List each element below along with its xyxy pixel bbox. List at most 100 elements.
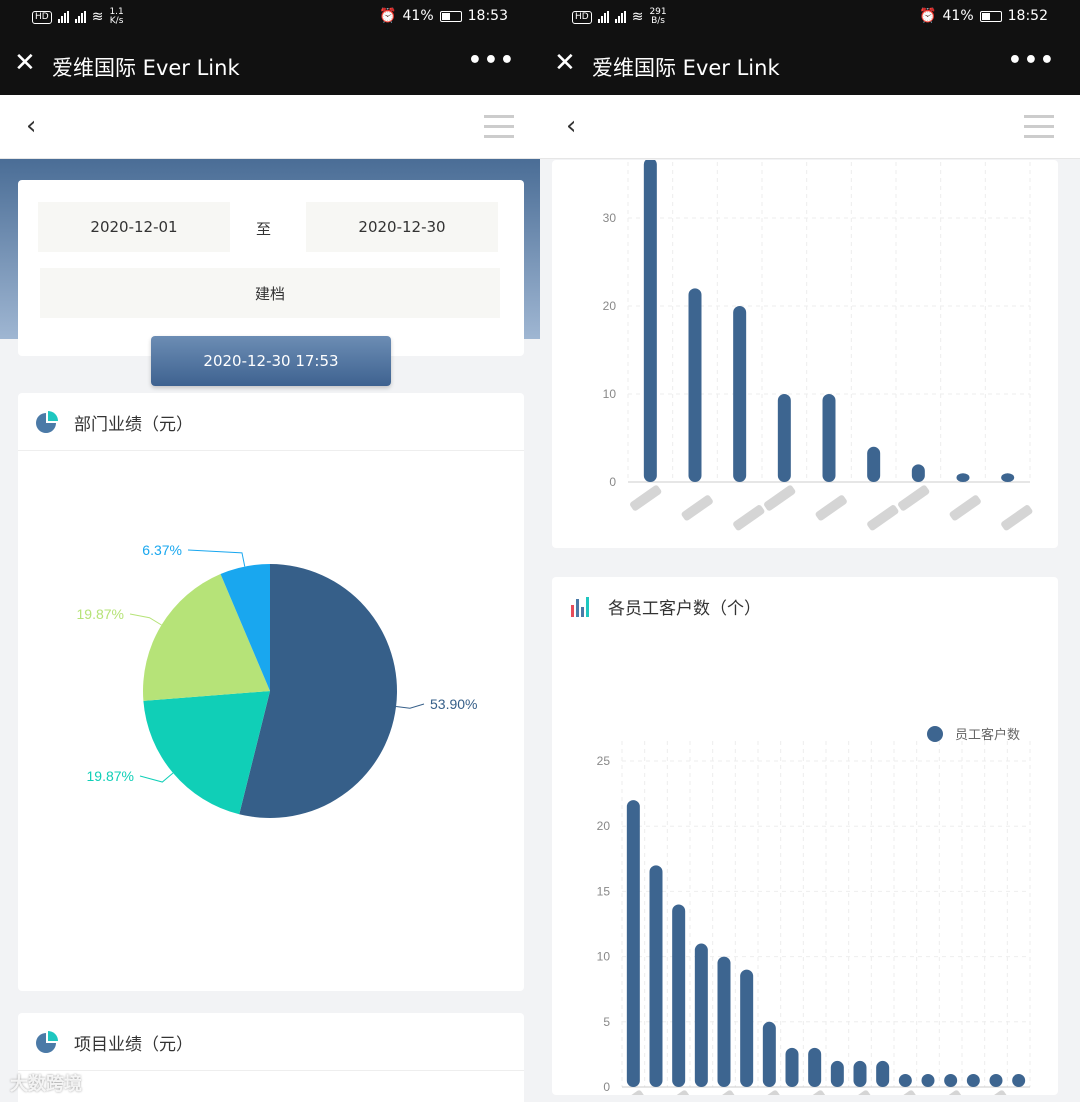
app-titlebar: ✕ 爱维国际 Ever Link ••• xyxy=(0,34,540,95)
battery-percent: 41% xyxy=(942,8,974,24)
date-to-field[interactable]: 2020-12-30 xyxy=(306,202,498,252)
legend-label: 员工客户数 xyxy=(955,727,1020,743)
alarm-icon: ⏰ xyxy=(919,8,937,24)
status-bar: HD ≋ 1.1 K/s ⏰ 41% 18:53 xyxy=(0,0,540,34)
card-title: 各员工客户数（个） xyxy=(608,599,761,619)
project-performance-card: 项目业绩（元） xyxy=(18,1013,524,1102)
blurred-x-label xyxy=(703,1090,735,1102)
wifi-icon: ≋ xyxy=(91,9,104,25)
blurred-x-label xyxy=(681,495,713,521)
blurred-x-label xyxy=(658,1090,690,1102)
bar xyxy=(1001,473,1015,482)
card-title: 项目业绩（元） xyxy=(74,1035,193,1055)
employee-clients-card: 各员工客户数（个） 0 5 10 15 20 25 员工客户数 xyxy=(552,577,1058,1102)
dept-performance-card: 部门业绩（元） 53.90% 19.87% 19.87% 6.37% xyxy=(18,393,524,991)
bar xyxy=(876,1060,890,1087)
bar xyxy=(688,288,702,482)
menu-icon[interactable] xyxy=(484,115,514,139)
date-range-separator: 至 xyxy=(256,220,272,238)
y-tick-label: 20 xyxy=(603,299,617,313)
bar xyxy=(944,1073,958,1087)
blurred-x-label xyxy=(885,1090,917,1102)
bar xyxy=(626,800,640,1087)
pie-label: 53.90% xyxy=(430,696,477,712)
bar xyxy=(911,464,925,482)
blurred-x-label xyxy=(898,485,930,511)
y-tick-label: 0 xyxy=(603,1080,610,1094)
y-tick-label: 5 xyxy=(603,1015,610,1029)
app-title: 爱维国际 Ever Link xyxy=(52,56,240,80)
bar-chart-icon xyxy=(571,597,589,617)
legend-marker xyxy=(927,726,943,742)
app-title: 爱维国际 Ever Link xyxy=(592,56,780,80)
back-icon[interactable]: ‹ xyxy=(566,111,576,141)
bar xyxy=(740,969,754,1087)
card-title: 部门业绩（元） xyxy=(74,415,193,435)
bar xyxy=(921,1073,935,1087)
back-icon[interactable]: ‹ xyxy=(26,111,36,141)
blurred-x-label xyxy=(764,485,796,511)
net-speed: 291 B/s xyxy=(649,7,667,26)
hd-icon: HD xyxy=(572,10,592,24)
card-header: 各员工客户数（个） xyxy=(552,577,1058,635)
blurred-x-label xyxy=(949,495,981,521)
close-icon[interactable]: ✕ xyxy=(14,50,36,76)
bar xyxy=(785,1047,799,1087)
bar xyxy=(733,306,747,482)
pie-label-line xyxy=(187,549,246,567)
blurred-x-label xyxy=(975,1090,1007,1102)
archive-filter[interactable]: 建档 xyxy=(40,268,500,318)
pie-chart-icon xyxy=(36,1031,58,1053)
bar xyxy=(643,158,657,482)
blurred-x-label xyxy=(613,1090,645,1102)
y-tick-label: 0 xyxy=(609,475,616,489)
blurred-x-label xyxy=(839,1090,871,1102)
blurred-x-label xyxy=(815,495,847,521)
blurred-x-label xyxy=(1001,505,1033,531)
y-tick-label: 30 xyxy=(603,211,617,225)
app-titlebar: ✕ 爱维国际 Ever Link ••• xyxy=(540,34,1080,95)
bar xyxy=(966,1073,980,1087)
bar xyxy=(822,394,836,482)
alarm-icon: ⏰ xyxy=(379,8,397,24)
timestamp-button[interactable]: 2020-12-30 17:53 xyxy=(151,336,391,386)
battery-percent: 41% xyxy=(402,8,434,24)
menu-icon[interactable] xyxy=(1024,115,1054,139)
bar xyxy=(867,446,881,482)
bar xyxy=(830,1060,844,1087)
y-tick-label: 10 xyxy=(597,950,611,964)
date-from-field[interactable]: 2020-12-01 xyxy=(38,202,230,252)
y-tick-label: 25 xyxy=(597,754,611,768)
net-speed: 1.1 K/s xyxy=(109,7,124,26)
bar xyxy=(853,1060,867,1087)
clock: 18:52 xyxy=(1007,8,1048,24)
employee-clients-bar-chart: 0 5 10 15 20 25 员工客户数 xyxy=(597,726,1037,1102)
signal-icon xyxy=(597,11,609,23)
pie-label-line xyxy=(129,613,162,626)
bar xyxy=(777,394,791,482)
dept-pie-chart: 53.90% 19.87% 19.87% 6.37% xyxy=(77,542,477,818)
card-header: 部门业绩（元） xyxy=(18,393,524,451)
bar xyxy=(694,943,708,1087)
blurred-x-label xyxy=(733,505,765,531)
more-icon[interactable]: ••• xyxy=(1008,48,1056,73)
ranking-bar-card: 0 10 20 30 xyxy=(552,154,1058,548)
close-icon[interactable]: ✕ xyxy=(554,50,576,76)
bar xyxy=(898,1073,912,1087)
status-bar: HD ≋ 291 B/s ⏰ 41% 18:52 xyxy=(540,0,1080,34)
pie-chart-icon xyxy=(36,411,58,433)
y-tick-label: 20 xyxy=(597,819,611,833)
y-tick-label: 15 xyxy=(597,884,611,898)
bar xyxy=(956,473,970,482)
more-icon[interactable]: ••• xyxy=(468,48,516,73)
clock: 18:53 xyxy=(467,8,508,24)
signal-icon-2 xyxy=(74,11,86,23)
pie-label-line xyxy=(139,772,174,783)
left-screen: HD ≋ 1.1 K/s ⏰ 41% 18:53 ✕ 爱维国际 Ever Link… xyxy=(0,0,540,1102)
hd-icon: HD xyxy=(32,10,52,24)
filter-card: 2020-12-01 至 2020-12-30 建档 xyxy=(18,180,524,356)
bar xyxy=(989,1073,1003,1087)
card-header: 项目业绩（元） xyxy=(18,1013,524,1071)
pie-label: 6.37% xyxy=(142,542,182,558)
bar xyxy=(1012,1073,1026,1087)
